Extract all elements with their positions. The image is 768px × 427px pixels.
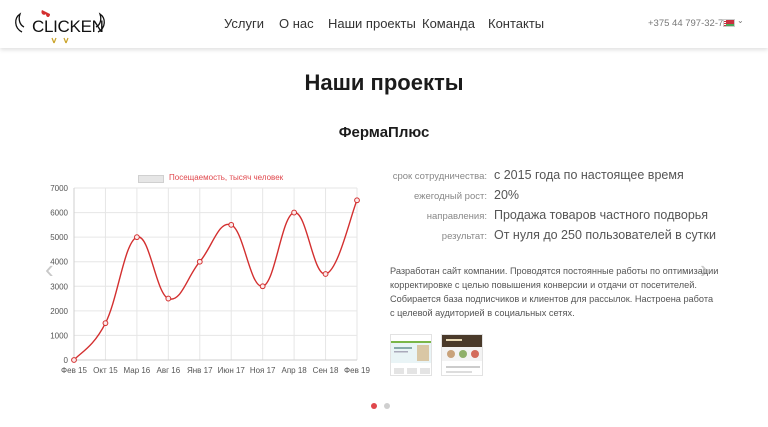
project-thumbnail-2[interactable]: [441, 334, 483, 376]
site-header: CLICKEN Услуги О нас Наши проекты Команд…: [0, 0, 768, 48]
data-point: [102, 320, 109, 327]
x-tick-label: Ноя 17: [250, 366, 276, 375]
x-tick-label: Фев 15: [61, 366, 87, 375]
logo[interactable]: CLICKEN: [12, 6, 108, 46]
data-point: [291, 209, 298, 216]
nav-item-about[interactable]: О нас: [279, 16, 314, 31]
carousel-prev-icon[interactable]: ‹: [45, 256, 54, 282]
x-tick-label: Окт 15: [93, 366, 118, 375]
carousel-dot-2[interactable]: [384, 403, 390, 409]
project-title: ФермаПлюс: [338, 124, 430, 141]
phone-number[interactable]: +375 44 797-32-76: [648, 18, 729, 29]
y-tick-label: 5000: [50, 233, 68, 242]
data-point: [165, 295, 172, 302]
chevron-down-icon[interactable]: ⌄: [737, 16, 744, 25]
detail-value-period: с 2015 года по настоящее время: [494, 168, 684, 182]
y-tick-label: 1000: [50, 331, 68, 340]
y-tick-label: 0: [64, 356, 69, 365]
screenshot-thumbnail-icon: [442, 335, 482, 375]
detail-value-result: От нуля до 250 пользователей в сутки: [494, 228, 716, 242]
data-point: [322, 271, 329, 277]
logo-text: CLICKEN: [32, 17, 104, 36]
page-title: Наши проекты: [304, 70, 464, 95]
x-tick-label: Авг 16: [157, 366, 181, 375]
data-point: [228, 221, 235, 228]
visits-line-chart: 01000200030004000500060007000Фев 15 Окт 1…: [50, 184, 370, 375]
belarus-flag-icon[interactable]: [723, 19, 735, 27]
nav-item-team[interactable]: Команда: [422, 16, 475, 31]
y-tick-label: 7000: [50, 184, 68, 193]
detail-label-growth: ежегодный рост:: [413, 191, 487, 202]
data-point: [259, 283, 266, 290]
nav-item-services[interactable]: Услуги: [224, 16, 264, 31]
x-tick-label: Янв 17: [187, 366, 213, 375]
project-description: Разработан сайт компании. Проводятся пос…: [390, 266, 719, 318]
x-tick-label: Апр 18: [281, 366, 307, 375]
x-tick-label: Фев 19: [344, 366, 370, 375]
detail-value-direction: Продажа товаров частного подворья: [494, 208, 709, 222]
y-tick-label: 6000: [50, 209, 68, 218]
x-tick-label: Июн 17: [218, 366, 246, 375]
detail-label-direction: направления:: [426, 211, 487, 222]
nav-item-projects[interactable]: Наши проекты: [328, 16, 416, 31]
project-thumbnail-1[interactable]: [390, 334, 432, 376]
x-tick-label: Мар 16: [123, 366, 150, 375]
detail-value-growth: 20%: [494, 188, 520, 202]
screenshot-thumbnail-icon: [391, 335, 431, 375]
nav-item-contacts[interactable]: Контакты: [488, 16, 544, 31]
x-tick-label: Сен 18: [313, 366, 339, 375]
carousel-dot-1[interactable]: [371, 403, 377, 409]
series-line: [73, 200, 358, 361]
y-tick-label: 2000: [50, 307, 68, 316]
data-point: [133, 234, 140, 241]
detail-label-result: результат:: [441, 231, 487, 242]
data-point: [71, 357, 77, 363]
detail-label-period: срок сотрудничества:: [392, 171, 487, 182]
data-point: [196, 258, 203, 265]
data-point: [354, 197, 360, 204]
